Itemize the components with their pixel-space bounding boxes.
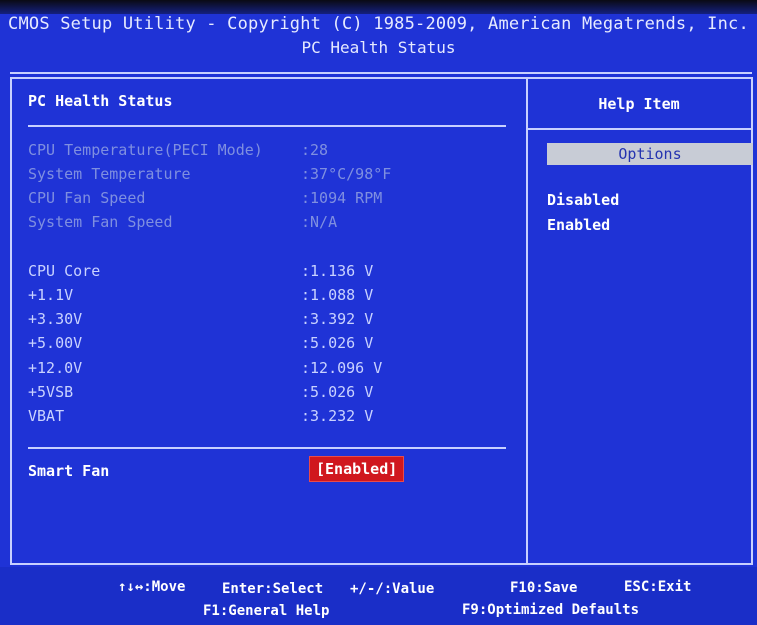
v120-label: +12.0V <box>28 359 83 377</box>
v11-value: :1.088 V <box>301 286 374 304</box>
value-key-hint: +/-/:Value <box>350 581 435 597</box>
v5vsb-value: :5.026 V <box>301 383 374 401</box>
help-title-divider <box>527 128 751 130</box>
cpu-core-value: :1.136 V <box>301 262 374 280</box>
v120-value: :12.096 V <box>301 359 383 377</box>
cpu-fan-value: :1094 RPM <box>301 189 383 207</box>
v330-value: :3.392 V <box>301 310 374 328</box>
section-title: PC Health Status <box>28 92 173 110</box>
header-divider-2 <box>10 77 752 79</box>
bios-screen: CMOS Setup Utility - Copyright (C) 1985-… <box>0 0 757 625</box>
option-enabled[interactable]: Enabled <box>547 216 610 234</box>
smart-fan-divider <box>28 447 506 449</box>
bottom-frame <box>10 563 752 565</box>
vbat-value: :3.232 V <box>301 407 374 425</box>
cpu-temp-value: :28 <box>301 141 329 159</box>
panel-divider <box>526 77 528 565</box>
left-frame <box>10 77 12 565</box>
help-key-hint: F1:General Help <box>203 603 330 619</box>
vbat-label: VBAT <box>28 407 65 425</box>
options-header: Options <box>547 143 753 165</box>
save-key-hint: F10:Save <box>510 580 578 596</box>
system-temp-label: System Temperature <box>28 165 191 183</box>
left-title-divider <box>28 125 506 127</box>
utility-title: CMOS Setup Utility - Copyright (C) 1985-… <box>8 14 749 34</box>
smart-fan-selector[interactable]: [Enabled] <box>309 456 405 482</box>
option-disabled[interactable]: Disabled <box>547 191 619 209</box>
cpu-core-label: CPU Core <box>28 262 101 280</box>
header-divider <box>10 72 752 74</box>
v330-label: +3.30V <box>28 310 83 328</box>
help-item-title: Help Item <box>598 95 680 113</box>
key-legend: ↑↓↔:Move Enter:Select +/-/:Value F10:Sav… <box>0 567 757 625</box>
v500-value: :5.026 V <box>301 334 374 352</box>
v5vsb-label: +5VSB <box>28 383 74 401</box>
system-fan-label: System Fan Speed <box>28 213 173 231</box>
exit-key-hint: ESC:Exit <box>624 579 692 595</box>
v500-label: +5.00V <box>28 334 83 352</box>
system-fan-value: :N/A <box>301 213 338 231</box>
v11-label: +1.1V <box>28 286 74 304</box>
move-key-hint: ↑↓↔:Move <box>118 579 186 595</box>
cpu-temp-label: CPU Temperature(PECI Mode) <box>28 141 263 159</box>
page-title: PC Health Status <box>301 38 456 57</box>
system-temp-value: :37°C/98°F <box>301 165 392 183</box>
cpu-fan-label: CPU Fan Speed <box>28 189 146 207</box>
select-key-hint: Enter:Select <box>222 581 324 597</box>
smart-fan-label: Smart Fan <box>28 462 110 480</box>
defaults-key-hint: F9:Optimized Defaults <box>462 602 640 618</box>
monitor-bezel <box>0 0 757 14</box>
